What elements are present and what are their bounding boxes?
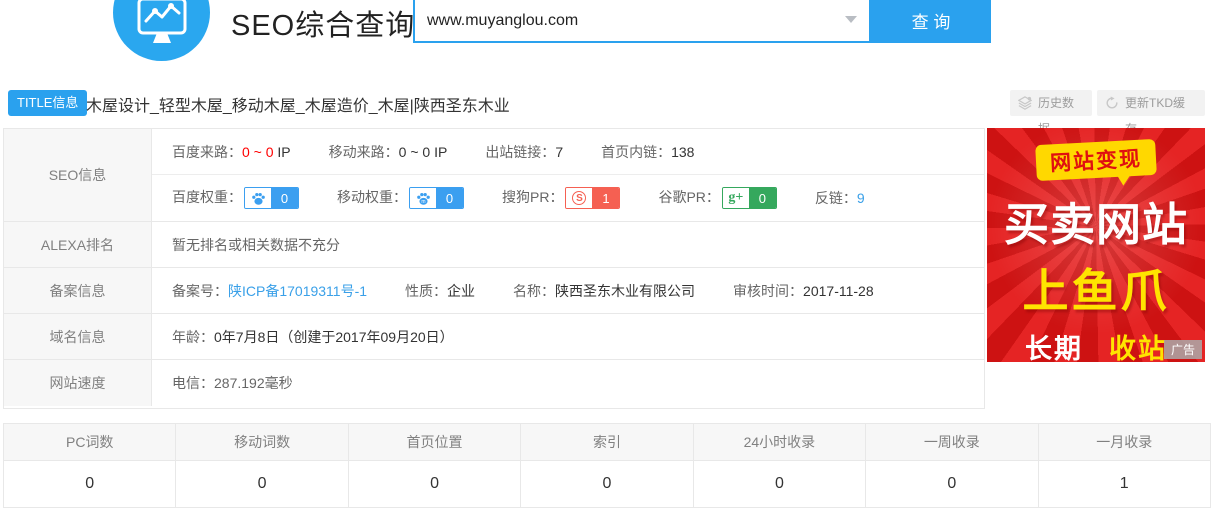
outbound-links: 出站链接：7 <box>485 142 563 162</box>
seo-weight-line: 百度权重：0 移动权重：m0 搜狗PR：S1 谷歌PR：g+0 反链：9 <box>152 175 984 221</box>
page-title: SEO综合查询 <box>231 2 415 44</box>
stats-value: 0 <box>866 461 1038 507</box>
table-row-domain: 域名信息 年龄：0年7月8日（创建于2017年09月20日） <box>4 314 984 360</box>
table-row-seo: SEO信息 百度来路：0 ~ 0 IP 移动来路：0 ~ 0 IP 出站链接：7… <box>4 129 984 222</box>
stats-table: PC词数 移动词数 首页位置 索引 24小时收录 一周收录 一月收录 0 0 0… <box>3 423 1211 508</box>
ad-line2: 上鱼爪 <box>987 255 1205 321</box>
alexa-value: 暂无排名或相关数据不充分 <box>172 235 340 255</box>
row-label: 网站速度 <box>4 360 152 406</box>
beian-nature: 性质：企业 <box>405 281 475 301</box>
beian-number[interactable]: 备案号：陕ICP备17019311号-1 <box>172 281 367 301</box>
google-pr[interactable]: 谷歌PR：g+0 <box>658 187 776 209</box>
stats-col-header: 一月收录 <box>1039 424 1210 460</box>
mobile-traffic: 移动来路：0 ~ 0 IP <box>329 142 448 162</box>
speed-value: 电信：287.192毫秒 <box>172 373 293 393</box>
baidu-paw-icon <box>245 188 271 208</box>
history-data-button[interactable]: 历史数据 <box>1010 90 1092 116</box>
stats-col-header: PC词数 <box>4 424 176 460</box>
stats-value-row: 0 0 0 0 0 0 1 <box>4 461 1210 507</box>
homepage-inlinks: 首页内链：138 <box>601 142 694 162</box>
beian-audit-time: 审核时间：2017-11-28 <box>733 281 874 301</box>
backlinks[interactable]: 反链：9 <box>815 188 865 208</box>
header: SEO综合查询 查 询 <box>0 0 1213 85</box>
seo-traffic-line: 百度来路：0 ~ 0 IP 移动来路：0 ~ 0 IP 出站链接：7 首页内链：… <box>152 129 984 175</box>
stats-value: 0 <box>4 461 176 507</box>
stats-value: 0 <box>694 461 866 507</box>
baidu-mobile-paw-icon: m <box>410 188 436 208</box>
stats-header-row: PC词数 移动词数 首页位置 索引 24小时收录 一周收录 一月收录 <box>4 424 1210 461</box>
baidu-traffic: 百度来路：0 ~ 0 IP <box>172 142 291 162</box>
seo-info-table: SEO信息 百度来路：0 ~ 0 IP 移动来路：0 ~ 0 IP 出站链接：7… <box>3 128 985 409</box>
mobile-weight[interactable]: 移动权重：m0 <box>337 187 464 209</box>
row-label: SEO信息 <box>4 129 152 221</box>
table-row-speed: 网站速度 电信：287.192毫秒 <box>4 360 984 406</box>
monitor-chart-icon <box>135 0 189 54</box>
stats-col-header: 索引 <box>521 424 693 460</box>
sogou-icon: S <box>572 191 586 205</box>
refresh-tkd-button[interactable]: 更新TKD缓存 <box>1097 90 1205 116</box>
search-input[interactable] <box>413 0 871 43</box>
row-label: ALEXA排名 <box>4 222 152 267</box>
ad-banner[interactable]: 网站变现 买卖网站 上鱼爪 长期收站 广告 <box>987 128 1205 362</box>
svg-text:m: m <box>421 199 425 205</box>
sogou-pr[interactable]: 搜狗PR：S1 <box>502 187 620 209</box>
stats-col-header: 24小时收录 <box>694 424 866 460</box>
stats-value: 0 <box>349 461 521 507</box>
ad-label: 广告 <box>1164 340 1202 359</box>
title-bar: TITLE信息 木屋设计_轻型木屋_移动木屋_木屋造价_木屋|陕西圣东木业 历史… <box>0 88 1213 118</box>
baidu-weight[interactable]: 百度权重：0 <box>172 187 299 209</box>
site-title-text: 木屋设计_轻型木屋_移动木屋_木屋造价_木屋|陕西圣东木业 <box>86 92 510 116</box>
stats-col-header: 一周收录 <box>866 424 1038 460</box>
title-info-badge: TITLE信息 <box>8 90 87 116</box>
ad-line1: 买卖网站 <box>987 188 1205 253</box>
stats-value: 0 <box>521 461 693 507</box>
row-label: 备案信息 <box>4 268 152 313</box>
query-button[interactable]: 查 询 <box>871 0 991 43</box>
layers-icon <box>1018 96 1032 110</box>
table-row-beian: 备案信息 备案号：陕ICP备17019311号-1 性质：企业 名称：陕西圣东木… <box>4 268 984 314</box>
refresh-icon <box>1105 96 1119 110</box>
stats-value: 0 <box>176 461 348 507</box>
table-row-alexa: ALEXA排名 暂无排名或相关数据不充分 <box>4 222 984 268</box>
app-logo <box>113 0 210 61</box>
domain-age: 年龄：0年7月8日（创建于2017年09月20日） <box>172 327 454 347</box>
beian-company-name: 名称：陕西圣东木业有限公司 <box>513 281 695 301</box>
chevron-down-icon[interactable] <box>845 16 857 23</box>
stats-value: 1 <box>1039 461 1210 507</box>
stats-col-header: 移动词数 <box>176 424 348 460</box>
google-plus-icon: g+ <box>728 190 743 206</box>
row-label: 域名信息 <box>4 314 152 359</box>
stats-col-header: 首页位置 <box>349 424 521 460</box>
ad-bubble-text: 网站变现 <box>1035 139 1157 181</box>
